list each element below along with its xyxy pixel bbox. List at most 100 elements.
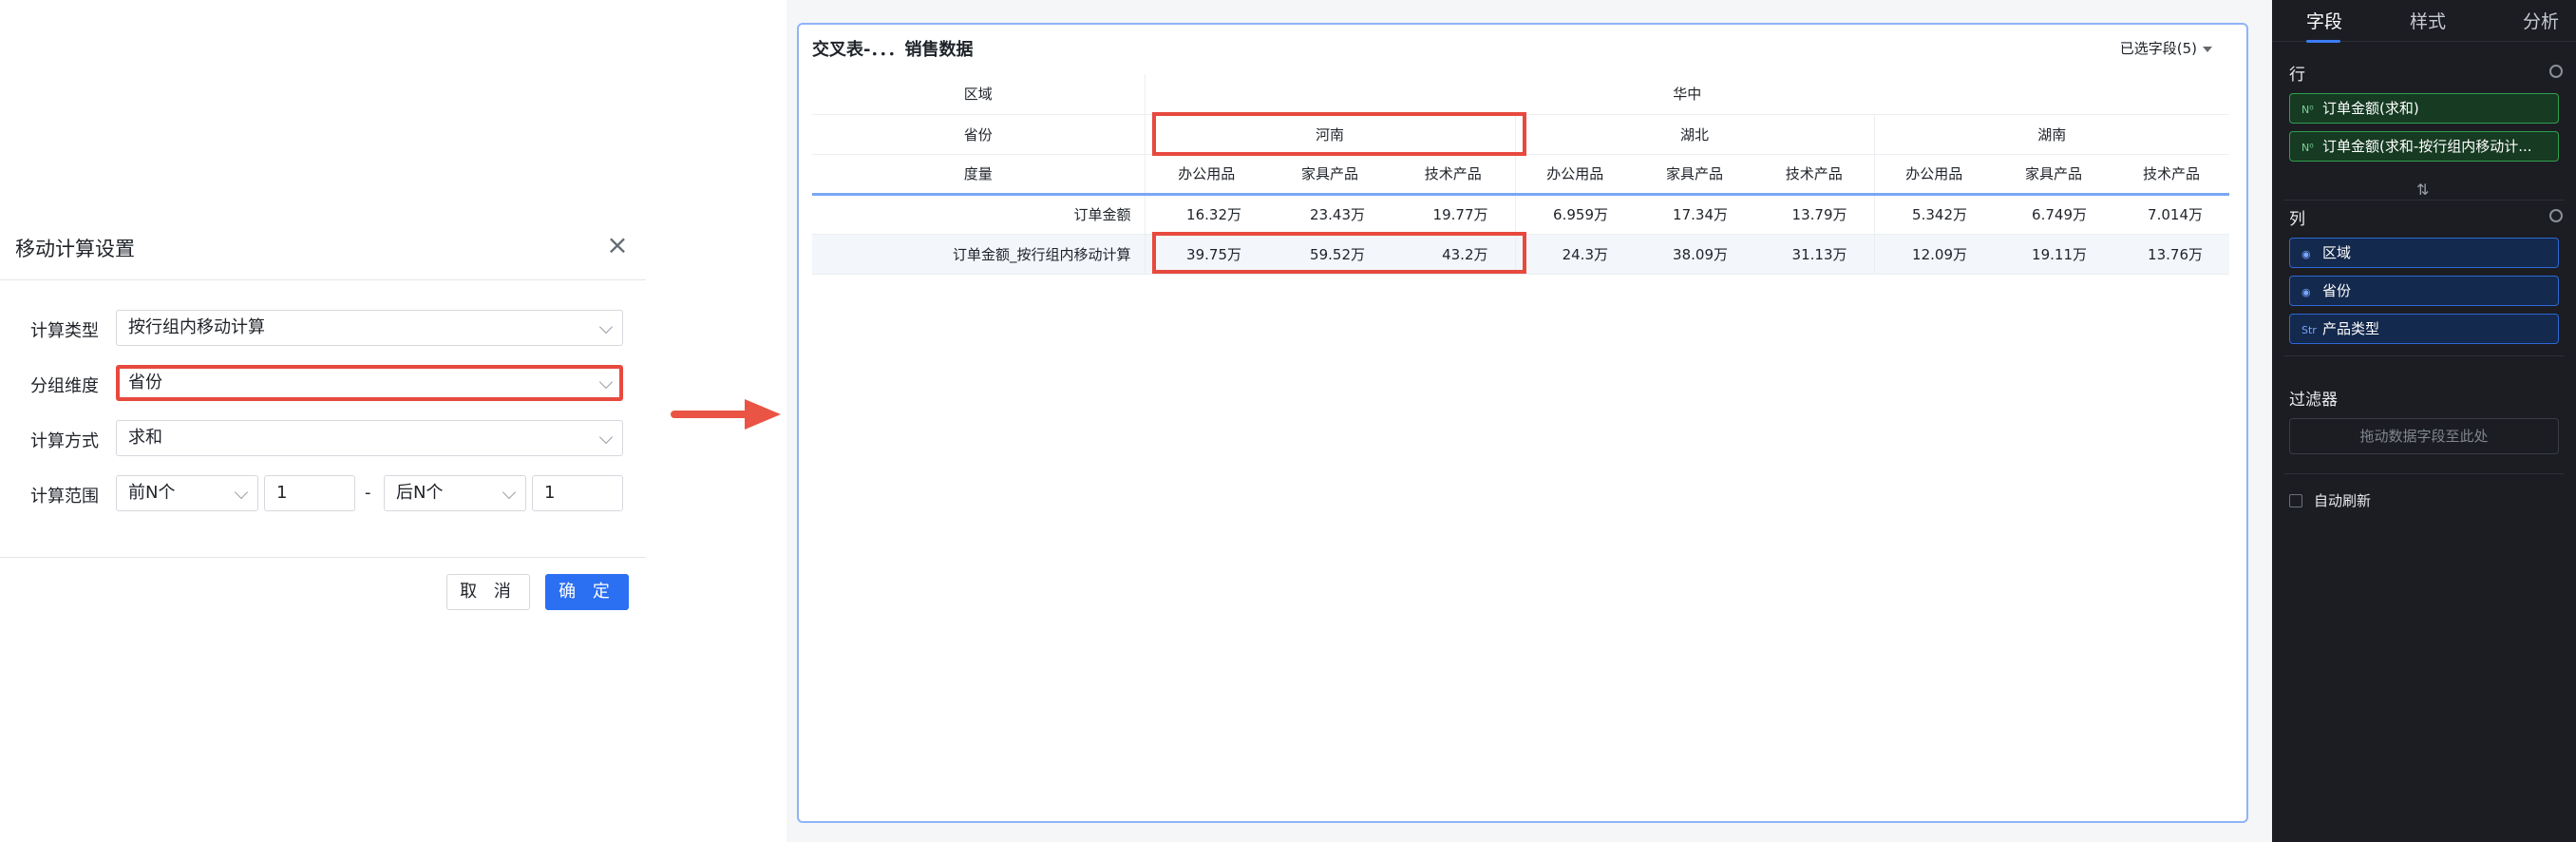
number-icon: N⁰ xyxy=(2301,142,2314,154)
measure-header-row: 度量 办公用品 家具产品 技术产品 办公用品 家具产品 技术产品 办公用品 家具… xyxy=(812,154,2229,196)
value-cell: 6.749万 xyxy=(1994,194,2113,235)
table-row: 订单金额 16.32万 23.43万 19.77万 6.959万 17.34万 … xyxy=(812,194,2229,235)
close-icon[interactable]: × xyxy=(604,232,631,258)
calc-type-value: 按行组内移动计算 xyxy=(128,317,265,337)
region-header-label: 区域 xyxy=(812,74,1146,115)
selected-fields-label: 已选字段(5) xyxy=(2119,40,2197,57)
chip-label: 区域 xyxy=(2322,244,2352,261)
chevron-down-icon xyxy=(598,374,614,390)
section-divider xyxy=(2283,200,2565,201)
pivot-table: 区域 华中 省份 河南 湖北 湖南 度量 办公用品 家具产品 技术产品 办公用品… xyxy=(812,74,2229,275)
chip-label: 产品类型 xyxy=(2322,320,2380,337)
value-cell: 13.76万 xyxy=(2113,234,2229,275)
calc-method-value: 求和 xyxy=(128,428,162,448)
dialog-title: 移动计算设置 xyxy=(15,238,135,260)
province-cell: 河南 xyxy=(1145,114,1516,155)
col-chip-region[interactable]: ◉ 区域 xyxy=(2289,238,2559,268)
row-chip-order-amount[interactable]: N⁰ 订单金额(求和) xyxy=(2289,93,2559,124)
product-cell: 家具产品 xyxy=(1268,154,1392,196)
province-header-row: 省份 河南 湖北 湖南 xyxy=(812,114,2229,155)
calc-range-row: 计算范围 前N个 1 - 后N个 1 xyxy=(0,475,646,513)
product-cell: 技术产品 xyxy=(1392,154,1516,196)
arrow-right-icon xyxy=(671,399,781,430)
chevron-down-icon xyxy=(234,485,249,500)
crosstab-card: 交叉表-．．．销售数据 已选字段(5) 区域 华中 省份 河南 湖北 湖南 度量… xyxy=(797,23,2248,823)
chevron-down-icon xyxy=(502,485,517,500)
value-cell: 17.34万 xyxy=(1635,194,1754,235)
region-cell: 华中 xyxy=(1145,74,2229,115)
cancel-button[interactable]: 取 消 xyxy=(446,574,530,610)
swap-icon[interactable]: ⇅ xyxy=(2416,181,2429,199)
value-cell: 39.75万 xyxy=(1145,234,1268,275)
caret-down-icon xyxy=(2203,46,2212,52)
panel-tabs: 字段 样式 分析 xyxy=(2272,0,2576,43)
value-cell: 5.342万 xyxy=(1874,194,1994,235)
value-cell: 38.09万 xyxy=(1635,234,1754,275)
move-calc-dialog: 移动计算设置 × 计算类型 按行组内移动计算 分组维度 省份 计算方式 求和 计… xyxy=(0,219,646,618)
product-cell: 技术产品 xyxy=(2113,154,2229,196)
next-n-select[interactable]: 后N个 xyxy=(384,475,526,511)
dialog-divider xyxy=(0,279,646,280)
location-icon: ◉ xyxy=(2301,248,2311,260)
product-cell: 办公用品 xyxy=(1515,154,1635,196)
number-icon: N⁰ xyxy=(2301,104,2314,116)
value-cell: 7.014万 xyxy=(2113,194,2229,235)
product-cell: 技术产品 xyxy=(1754,154,1875,196)
ok-button[interactable]: 确 定 xyxy=(545,574,629,610)
calc-method-label: 计算方式 xyxy=(30,431,99,451)
dialog-footer-divider xyxy=(0,557,646,558)
tab-fields[interactable]: 字段 xyxy=(2306,8,2342,33)
value-cell: 19.11万 xyxy=(1994,234,2113,275)
prev-n-input[interactable]: 1 xyxy=(264,475,355,511)
string-icon: Str xyxy=(2301,324,2317,336)
group-dim-value: 省份 xyxy=(128,373,162,392)
chip-label: 订单金额(求和-按行组内移动计... xyxy=(2322,138,2532,155)
group-dim-row: 分组维度 省份 xyxy=(0,365,646,403)
value-cell: 19.77万 xyxy=(1392,194,1516,235)
prev-n-select[interactable]: 前N个 xyxy=(116,475,258,511)
calc-range-label: 计算范围 xyxy=(30,487,99,507)
region-header-row: 区域 华中 xyxy=(812,74,2229,115)
calc-method-row: 计算方式 求和 xyxy=(0,420,646,458)
tab-style[interactable]: 样式 xyxy=(2410,8,2446,33)
auto-refresh-checkbox[interactable] xyxy=(2289,494,2302,507)
chevron-down-icon xyxy=(598,319,614,335)
gear-icon[interactable] xyxy=(2549,209,2563,222)
product-cell: 办公用品 xyxy=(1874,154,1994,196)
row-chip-moving-calc[interactable]: N⁰ 订单金额(求和-按行组内移动计... xyxy=(2289,131,2559,162)
group-dim-select[interactable]: 省份 xyxy=(116,365,623,401)
row-header: 订单金额_按行组内移动计算 xyxy=(812,234,1146,275)
col-chip-province[interactable]: ◉ 省份 xyxy=(2289,276,2559,306)
product-cell: 家具产品 xyxy=(1635,154,1754,196)
value-cell: 13.79万 xyxy=(1754,194,1875,235)
card-title: 交叉表-．．．销售数据 xyxy=(812,40,974,60)
calc-type-select[interactable]: 按行组内移动计算 xyxy=(116,310,623,346)
chip-label: 订单金额(求和) xyxy=(2322,100,2419,117)
table-row: 订单金额_按行组内移动计算 39.75万 59.52万 43.2万 24.3万 … xyxy=(812,234,2229,275)
product-cell: 家具产品 xyxy=(1994,154,2113,196)
calc-type-row: 计算类型 按行组内移动计算 xyxy=(0,310,646,348)
value-cell: 16.32万 xyxy=(1145,194,1268,235)
field-panel: 字段 样式 分析 行 N⁰ 订单金额(求和) N⁰ 订单金额(求和-按行组内移动计.… xyxy=(2272,0,2576,842)
auto-refresh-label: 自动刷新 xyxy=(2314,492,2372,509)
row-header: 订单金额 xyxy=(812,194,1146,235)
value-cell: 59.52万 xyxy=(1268,234,1392,275)
gear-icon[interactable] xyxy=(2549,65,2563,78)
next-n-input[interactable]: 1 xyxy=(532,475,623,511)
province-cell: 湖北 xyxy=(1515,114,1875,155)
active-tab-indicator xyxy=(2306,40,2340,43)
value-cell: 12.09万 xyxy=(1874,234,1994,275)
filter-drop-zone[interactable]: 拖动数据字段至此处 xyxy=(2289,418,2559,454)
value-cell: 6.959万 xyxy=(1515,194,1635,235)
chevron-down-icon xyxy=(598,430,614,445)
chip-label: 省份 xyxy=(2322,282,2352,299)
calc-type-label: 计算类型 xyxy=(30,321,99,341)
measure-header-label: 度量 xyxy=(812,154,1146,196)
prev-n-value: 前N个 xyxy=(128,483,176,503)
tab-analysis[interactable]: 分析 xyxy=(2523,8,2559,33)
filter-section-label: 过滤器 xyxy=(2289,391,2338,410)
location-icon: ◉ xyxy=(2301,286,2311,298)
calc-method-select[interactable]: 求和 xyxy=(116,420,623,456)
col-chip-product-type[interactable]: Str 产品类型 xyxy=(2289,314,2559,344)
selected-fields-dropdown[interactable]: 已选字段(5) xyxy=(2120,38,2212,58)
